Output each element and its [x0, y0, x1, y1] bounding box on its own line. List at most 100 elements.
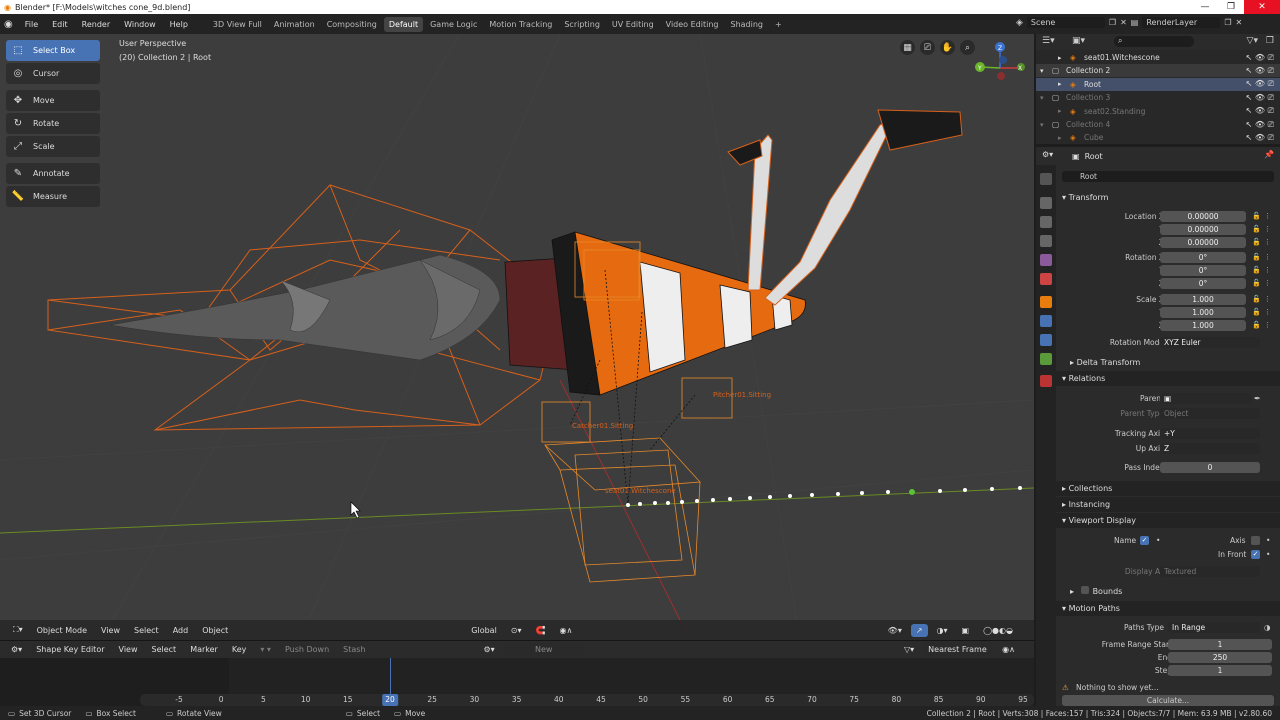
location-x-field[interactable]: 0.00000: [1160, 211, 1246, 222]
output-tab-icon[interactable]: [1040, 216, 1052, 228]
motion-paths-section[interactable]: ▾ Motion Paths: [1056, 601, 1280, 616]
menu-select[interactable]: Select: [129, 624, 164, 637]
pass-index-field[interactable]: 0: [1160, 462, 1260, 473]
tab-video-editing[interactable]: Video Editing: [661, 17, 724, 32]
frame-ruler[interactable]: -5 0 5 10 15 20 25 30 35 40 45 50 55 60 65 70 75 80 85 90 95: [140, 694, 1034, 706]
tool-cursor[interactable]: ◎ Cursor: [6, 63, 100, 84]
outliner-item[interactable]: ▸ ◈ Cube ↖ 👁 ⎚: [1036, 131, 1280, 144]
proportional-edit-icon[interactable]: ◉∧: [554, 624, 577, 637]
render-layer-field[interactable]: RenderLayer: [1142, 17, 1221, 28]
rotation-y-field[interactable]: 0°: [1160, 265, 1246, 276]
in-front-checkbox[interactable]: ✓: [1251, 550, 1260, 559]
frame-start-field[interactable]: 1: [1168, 639, 1272, 650]
hand-pan-icon[interactable]: ✋: [940, 40, 955, 55]
tool-tab-icon[interactable]: [1040, 173, 1052, 185]
shape-key-editor-dropdown[interactable]: Shape Key Editor: [31, 643, 110, 656]
tab-scripting[interactable]: Scripting: [559, 17, 605, 32]
scale-z-field[interactable]: 1.000: [1160, 320, 1246, 331]
tab-animation[interactable]: Animation: [269, 17, 320, 32]
sk-menu-marker[interactable]: Marker: [185, 643, 223, 656]
constraint-tab-icon[interactable]: [1040, 334, 1052, 346]
tool-select-box[interactable]: ⬚ Select Box: [6, 40, 100, 61]
scene-tab-icon[interactable]: [1040, 254, 1052, 266]
collapse-icon[interactable]: ▾: [1040, 121, 1044, 129]
menu-edit[interactable]: Edit: [46, 18, 74, 31]
texture-tab-icon[interactable]: [1040, 375, 1052, 387]
collections-section[interactable]: ▸ Collections: [1056, 481, 1280, 496]
3d-viewport[interactable]: Catcher01.Sitting Pitcher01.Sitting seat…: [0, 34, 1034, 640]
new-collection-icon[interactable]: ❐: [1266, 36, 1274, 46]
camera-icon[interactable]: ⎚: [920, 40, 935, 55]
visibility-controls[interactable]: ↖ 👁 ⎚: [1246, 133, 1274, 143]
proportional-icon[interactable]: ◉∧: [997, 643, 1020, 656]
scale-y-field[interactable]: 1.000: [1160, 307, 1246, 318]
outliner-item[interactable]: ▾ ▢ Collection 4 ↖ 👁 ⎚: [1036, 118, 1280, 131]
outliner-item[interactable]: ▾ ▢ Collection 3 ↖ 👁 ⎚: [1036, 91, 1280, 104]
expand-icon[interactable]: ▸: [1058, 107, 1062, 115]
outliner-editor-icon[interactable]: ☰▾: [1042, 36, 1055, 46]
rotation-mode-dropdown[interactable]: XYZ Euler: [1160, 337, 1260, 348]
pivot-icon[interactable]: ⊙▾: [506, 624, 527, 637]
transform-section[interactable]: ▾ Transform: [1056, 190, 1280, 205]
object-mode-dropdown[interactable]: Object Mode: [31, 623, 93, 637]
view-layer-tab-icon[interactable]: [1040, 235, 1052, 247]
collapse-icon[interactable]: ▾: [1040, 67, 1044, 75]
relations-section[interactable]: ▾ Relations: [1056, 371, 1280, 386]
tool-annotate[interactable]: ✎ Annotate: [6, 163, 100, 184]
location-z-field[interactable]: 0.00000: [1160, 237, 1246, 248]
new-scene-icon[interactable]: ❐: [1109, 18, 1116, 27]
tracking-axis-dropdown[interactable]: +Y: [1160, 428, 1260, 439]
editor-type-icon[interactable]: ⛶▾: [8, 623, 28, 637]
parent-field[interactable]: ▣: [1160, 393, 1252, 404]
blender-menu-icon[interactable]: ◉: [4, 19, 13, 30]
visibility-controls[interactable]: ↖ 👁 ⎚: [1246, 66, 1274, 76]
tab-default[interactable]: Default: [383, 16, 424, 32]
zoom-icon[interactable]: ⌕: [960, 40, 975, 55]
tab-shading[interactable]: Shading: [725, 17, 768, 32]
display-mode-icon[interactable]: ▣▾: [1072, 36, 1085, 46]
object-name-field[interactable]: Root: [1062, 171, 1274, 182]
eyedropper-icon[interactable]: ✒: [1254, 392, 1261, 405]
filter-icon-outliner[interactable]: ▽▾: [1247, 36, 1258, 46]
maximize-icon[interactable]: ❐: [1218, 0, 1244, 14]
new-action-button[interactable]: New: [503, 643, 584, 656]
tab-uv-editing[interactable]: UV Editing: [607, 17, 659, 32]
grid-view-icon[interactable]: ▦: [900, 40, 915, 55]
new-layer-icon[interactable]: ❐: [1224, 18, 1231, 27]
tab-3d-view-full[interactable]: 3D View Full: [208, 17, 267, 32]
bounds-section[interactable]: ▸ Bounds: [1056, 584, 1280, 599]
rotation-z-field[interactable]: 0°: [1160, 278, 1246, 289]
instancing-section[interactable]: ▸ Instancing: [1056, 497, 1280, 512]
menu-window[interactable]: Window: [118, 18, 162, 31]
rotation-x-field[interactable]: 0°: [1160, 252, 1246, 263]
tab-motion-tracking[interactable]: Motion Tracking: [484, 17, 557, 32]
menu-file[interactable]: File: [19, 18, 44, 31]
tab-compositing[interactable]: Compositing: [322, 17, 382, 32]
name-checkbox[interactable]: ✓: [1140, 536, 1149, 545]
action-icon[interactable]: ⚙▾: [479, 643, 500, 656]
delta-transform-section[interactable]: ▸ Delta Transform: [1056, 355, 1280, 370]
up-axis-dropdown[interactable]: Z: [1160, 443, 1260, 454]
viewport-display-section[interactable]: ▾ Viewport Display: [1056, 513, 1280, 528]
arrow-down-icon[interactable]: ▾ ▾: [255, 643, 276, 656]
menu-object[interactable]: Object: [197, 624, 233, 637]
tool-move[interactable]: ✥ Move: [6, 90, 100, 111]
gizmo-toggle-icon[interactable]: ↗: [910, 623, 928, 637]
menu-help[interactable]: Help: [164, 18, 194, 31]
visibility-controls[interactable]: ↖ 👁 ⎚: [1246, 93, 1274, 103]
stash-button[interactable]: Stash: [338, 643, 370, 656]
expand-icon[interactable]: ▸: [1058, 54, 1062, 62]
visibility-controls[interactable]: ↖ 👁 ⎚: [1246, 120, 1274, 130]
end-field[interactable]: 250: [1168, 652, 1272, 663]
collapse-icon[interactable]: ▾: [1040, 94, 1044, 102]
object-tab-icon[interactable]: [1040, 296, 1052, 308]
filter-icon[interactable]: ▽▾: [899, 643, 919, 656]
shading-modes-icon[interactable]: ◯●◐◒: [978, 624, 1018, 637]
expand-icon[interactable]: ▸: [1058, 80, 1062, 88]
reset-icon[interactable]: ◑: [1264, 621, 1271, 634]
outliner-item[interactable]: ▸ ◈ Root ↖ 👁 ⎚: [1036, 77, 1280, 91]
add-workspace-icon[interactable]: +: [770, 17, 787, 32]
sk-menu-select[interactable]: Select: [147, 643, 182, 656]
menu-view[interactable]: View: [96, 624, 125, 637]
navigation-gizmo[interactable]: Z Y X: [975, 42, 1025, 80]
